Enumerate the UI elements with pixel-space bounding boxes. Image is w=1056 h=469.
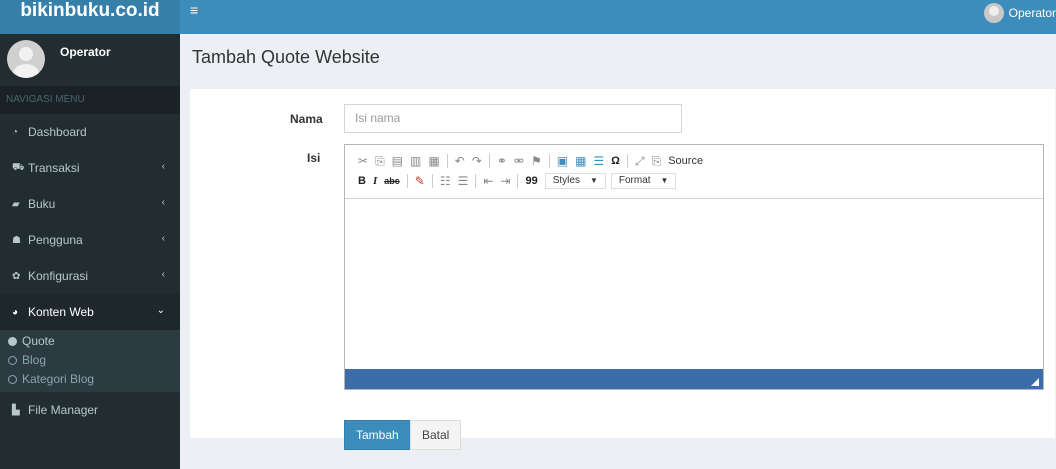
sidebar-item-label: Konten Web xyxy=(28,305,94,319)
paste-word-icon[interactable]: ▦ xyxy=(428,154,439,168)
redo-icon[interactable]: ↷ xyxy=(472,154,482,168)
unlink-icon[interactable]: ⚮ xyxy=(514,154,524,168)
copy-icon[interactable]: ⎘ xyxy=(375,154,385,169)
strike-button[interactable]: abc xyxy=(384,176,400,186)
paste-text-icon[interactable]: ▥ xyxy=(410,154,421,168)
sidebar-item-label: Transaksi xyxy=(28,161,80,175)
bold-button[interactable]: B xyxy=(358,175,366,187)
sidebar-item-transaksi[interactable]: ⛟ Transaksi ‹ xyxy=(0,150,180,186)
konten-web-submenu: Quote Blog Kategori Blog xyxy=(0,330,180,392)
source-icon[interactable]: ⎘ xyxy=(652,154,662,169)
numbered-list-icon[interactable]: ☷ xyxy=(440,174,451,188)
pie-icon: ◕ xyxy=(12,306,19,318)
submenu-item-kategori-blog[interactable]: Kategori Blog xyxy=(0,370,180,389)
caret-down-icon: ▼ xyxy=(660,176,669,185)
link-icon[interactable]: ⚭ xyxy=(497,154,507,168)
top-navbar: ≡ Operator xyxy=(180,0,1056,34)
submenu-item-label: Blog xyxy=(22,353,47,367)
editor-footer xyxy=(345,369,1043,389)
book-icon: ▰ xyxy=(12,198,20,210)
source-button[interactable]: Source xyxy=(668,155,703,167)
user-menu[interactable]: Operator xyxy=(983,0,1056,26)
circle-icon xyxy=(8,337,17,346)
sidebar-item-konten-web[interactable]: ◕ Konten Web ⌄ xyxy=(0,294,180,330)
anchor-flag-icon[interactable]: ⚑ xyxy=(531,154,542,168)
format-label: Format xyxy=(618,175,651,186)
remove-format-icon[interactable]: ✎ xyxy=(415,174,425,188)
bullet-list-icon[interactable]: ☰ xyxy=(458,174,469,188)
editor-toolbar: ✂ ⎘ ▤ ▥ ▦ ↶ ↷ ⚭ ⚮ ⚑ ▣ ▦ ☰ Ω ⤢ ⎘ Source B… xyxy=(345,145,1043,199)
italic-button[interactable]: I xyxy=(373,175,377,187)
sidebar-item-file-manager[interactable]: ▙ File Manager xyxy=(0,392,180,428)
users-icon: ☗ xyxy=(12,234,21,246)
nama-input[interactable]: Isi nama xyxy=(344,104,682,133)
indent-icon[interactable]: ⇥ xyxy=(500,174,510,188)
user-avatar-icon xyxy=(983,3,1004,23)
submenu-item-quote[interactable]: Quote xyxy=(0,332,180,351)
batal-button[interactable]: Batal xyxy=(410,420,462,450)
sidebar-item-label: Pengguna xyxy=(28,233,83,247)
circle-outline-icon xyxy=(8,375,17,384)
editor-content-area[interactable] xyxy=(345,199,1043,359)
format-dropdown[interactable]: Format ▼ xyxy=(610,173,677,189)
isi-label: Isi xyxy=(307,151,321,165)
paste-icon[interactable]: ▤ xyxy=(392,154,403,168)
sidebar-item-label: Buku xyxy=(28,197,56,211)
chevron-left-icon: ‹ xyxy=(161,233,165,244)
page-title: Tambah Quote Website xyxy=(192,47,380,67)
user-panel: Operator xyxy=(0,34,180,86)
tambah-button[interactable]: Tambah xyxy=(344,420,411,450)
sidebar-item-konfigurasi[interactable]: ✿ Konfigurasi ‹ xyxy=(0,258,180,294)
horizontal-line-icon[interactable]: ☰ xyxy=(593,154,604,168)
user-menu-name: Operator xyxy=(1008,6,1056,20)
gear-icon: ✿ xyxy=(12,270,21,282)
submenu-item-blog[interactable]: Blog xyxy=(0,351,180,370)
resize-grip-icon[interactable] xyxy=(1031,378,1039,386)
table-icon[interactable]: ▦ xyxy=(575,154,586,168)
rich-text-editor: ✂ ⎘ ▤ ▥ ▦ ↶ ↷ ⚭ ⚮ ⚑ ▣ ▦ ☰ Ω ⤢ ⎘ Source B… xyxy=(344,144,1044,390)
chevron-left-icon: ‹ xyxy=(161,197,165,208)
sidebar-item-label: Konfigurasi xyxy=(28,269,89,283)
dashboard-icon: ◔ xyxy=(12,126,19,138)
sidebar-toggle-icon[interactable]: ≡ xyxy=(190,2,198,18)
sidebar-item-label: Dashboard xyxy=(28,125,87,139)
sidebar: Operator NAVIGASI MENU ◔ Dashboard ⛟ Tra… xyxy=(0,34,180,469)
outdent-icon[interactable]: ⇤ xyxy=(483,174,493,188)
chevron-left-icon: ‹ xyxy=(161,269,165,280)
styles-label: Styles xyxy=(552,175,580,186)
sidebar-item-pengguna[interactable]: ☗ Pengguna ‹ xyxy=(0,222,180,258)
special-char-icon[interactable]: Ω xyxy=(611,155,620,167)
nama-label: Nama xyxy=(290,112,323,126)
styles-dropdown[interactable]: Styles ▼ xyxy=(544,173,606,189)
form-box: Nama Isi nama Isi ✂ ⎘ ▤ ▥ ▦ ↶ ↷ ⚭ ⚮ ⚑ ▣ … xyxy=(190,89,1055,438)
image-icon[interactable]: ▣ xyxy=(557,154,568,168)
caret-down-icon: ▼ xyxy=(589,176,598,185)
sidebar-item-dashboard[interactable]: ◔ Dashboard xyxy=(0,114,180,150)
chevron-down-icon: ⌄ xyxy=(156,305,165,316)
file-icon: ▙ xyxy=(12,404,20,416)
blockquote-button[interactable]: 99 xyxy=(525,175,537,187)
circle-outline-icon xyxy=(8,356,17,365)
user-panel-name: Operator xyxy=(60,45,111,59)
maximize-icon[interactable]: ⤢ xyxy=(635,154,645,169)
submenu-item-label: Kategori Blog xyxy=(22,372,95,386)
cart-icon: ⛟ xyxy=(12,161,25,173)
brand-logo[interactable]: bikinbuku.co.id xyxy=(0,0,180,34)
undo-icon[interactable]: ↶ xyxy=(455,154,465,168)
submenu-item-label: Quote xyxy=(22,334,55,348)
sidebar-item-label: File Manager xyxy=(28,403,99,417)
sidebar-item-buku[interactable]: ▰ Buku ‹ xyxy=(0,186,180,222)
cut-icon[interactable]: ✂ xyxy=(358,154,368,168)
chevron-left-icon: ‹ xyxy=(161,161,165,172)
avatar xyxy=(7,40,45,78)
nav-header: NAVIGASI MENU xyxy=(0,86,180,114)
